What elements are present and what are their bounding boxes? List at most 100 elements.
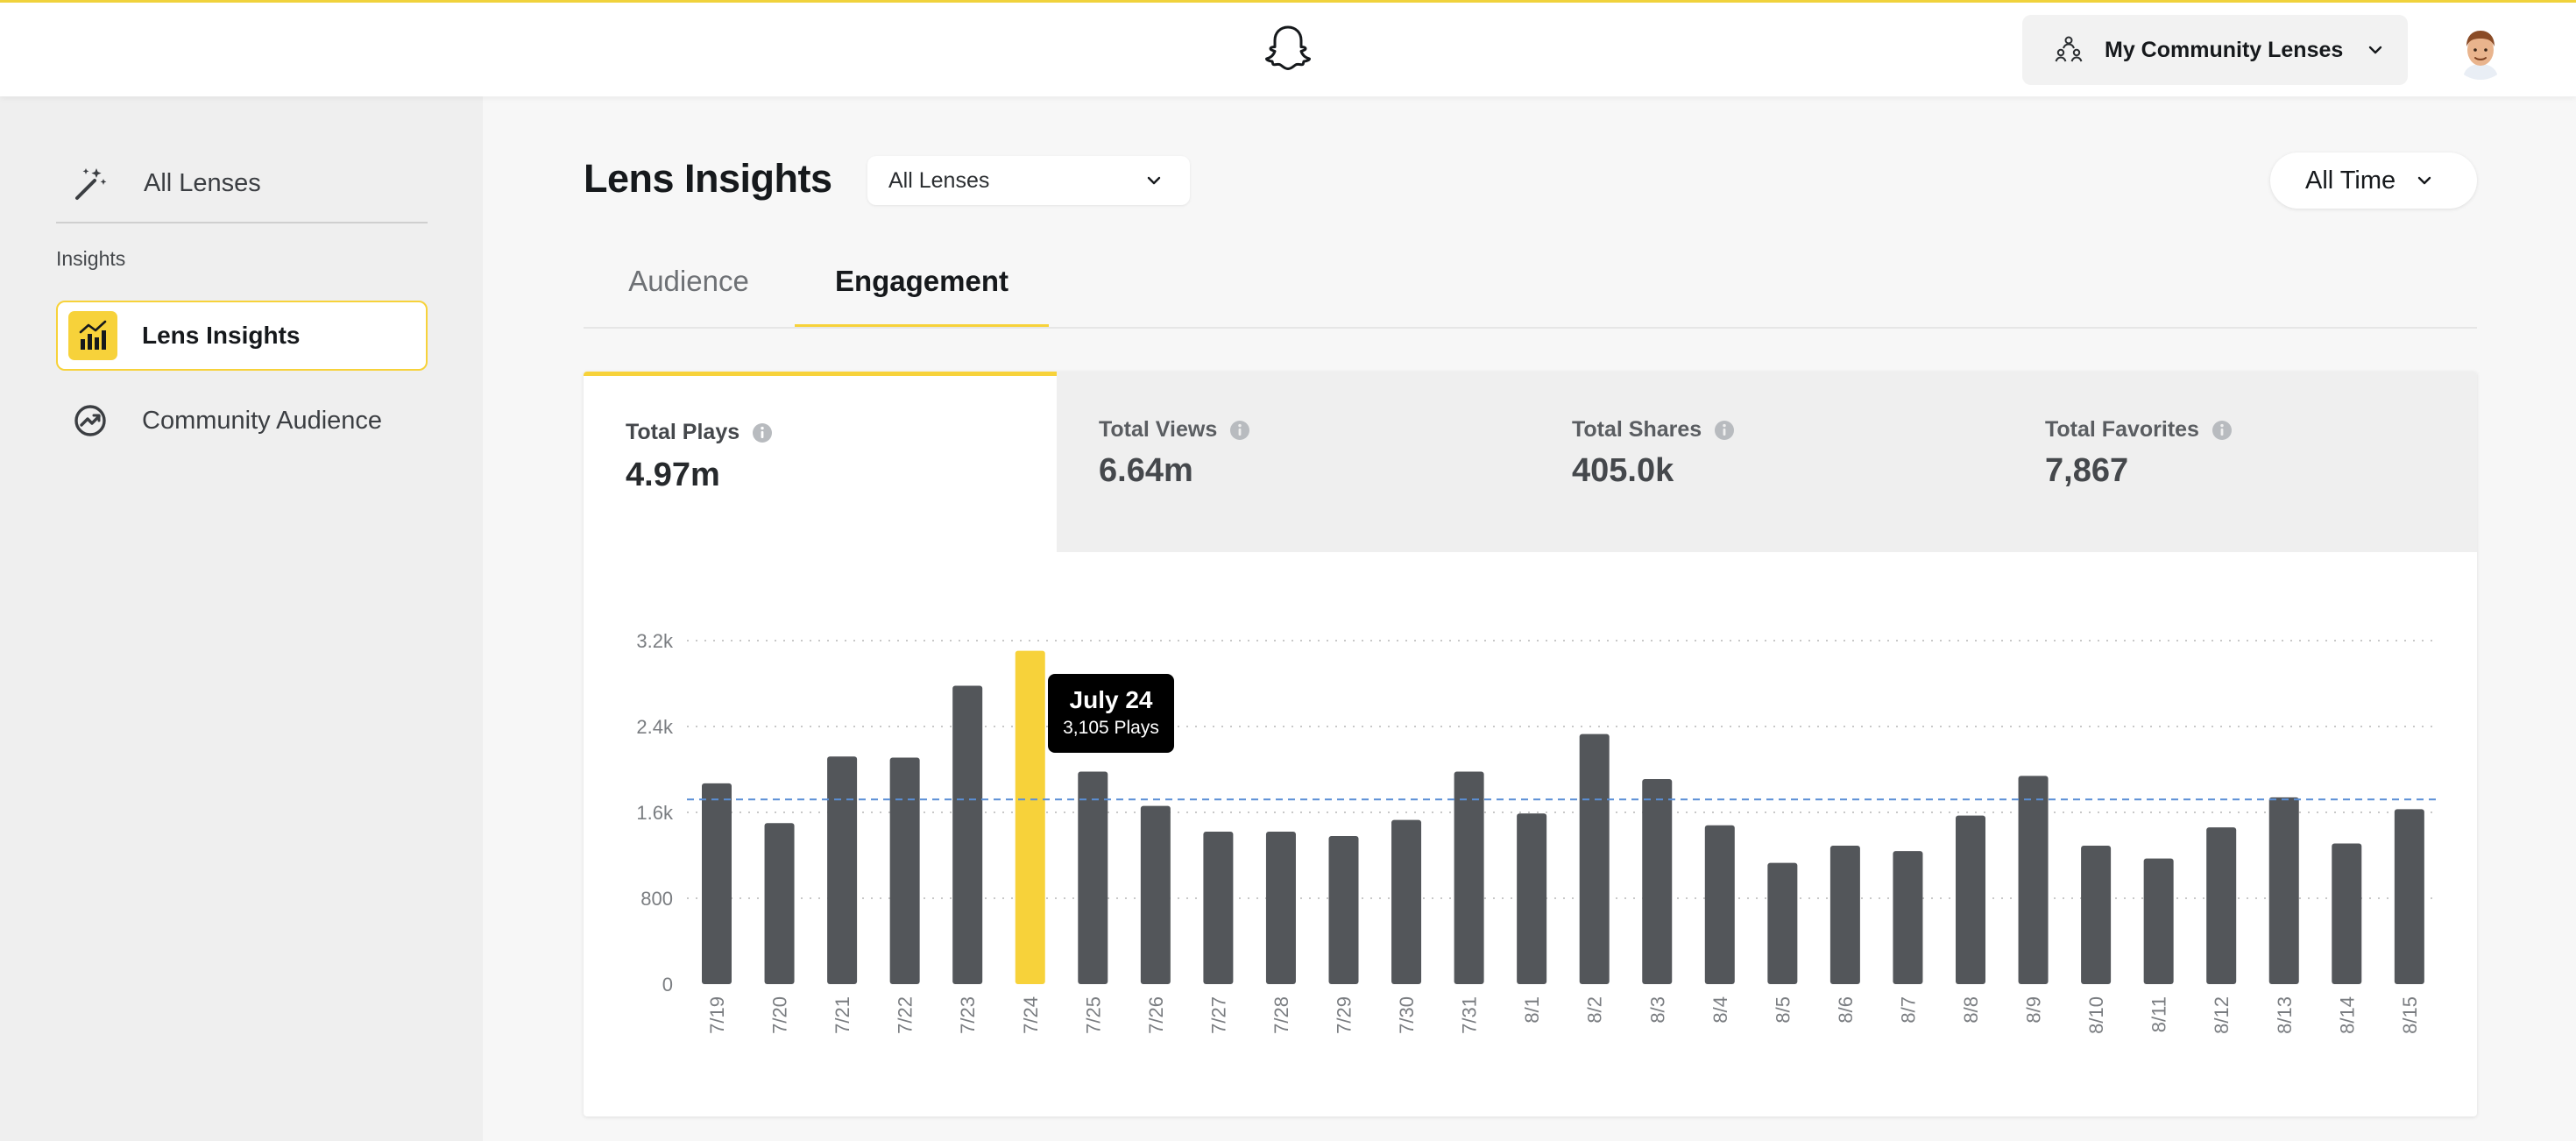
x-tick-label: 8/6: [1835, 996, 1857, 1024]
bar: [889, 757, 920, 984]
metric-value: 7,867: [2045, 452, 2129, 489]
x-tick-label: 7/28: [1270, 996, 1292, 1034]
x-tick-label: 8/3: [1646, 996, 1668, 1024]
lens-menu-label: My Community Lenses: [2105, 37, 2344, 62]
x-tick-label: 7/27: [1207, 996, 1229, 1034]
tab-audience[interactable]: Audience: [584, 259, 794, 328]
bar: [702, 783, 732, 984]
chart-tooltip: July 24 3,105 Plays: [1048, 674, 1174, 753]
bar: [2081, 845, 2112, 984]
y-tick-label: 3.2k: [636, 630, 674, 652]
metric-label: Total Views: [1099, 417, 1250, 443]
metric-label: Total Favorites: [2045, 417, 2233, 443]
bar: [2018, 776, 2049, 984]
snapchat-ghost-icon[interactable]: [1263, 24, 1313, 74]
x-tick-label: 8/14: [2336, 996, 2358, 1034]
avatar[interactable]: [2451, 20, 2510, 80]
sidebar: All Lenses Insights Lens Insights Commun…: [0, 96, 483, 1141]
bar: [1893, 851, 1923, 984]
tooltip-value: 3,105 Plays: [1063, 718, 1159, 738]
bar: [1829, 845, 1860, 984]
bar: [1140, 805, 1171, 984]
top-bar: My Community Lenses: [0, 0, 2576, 96]
bar: [952, 685, 983, 984]
y-tick-label: 800: [640, 888, 673, 910]
bar: [1015, 650, 1045, 984]
bar: [1704, 825, 1735, 984]
metric-total-plays[interactable]: Total Plays 4.97m: [584, 372, 1057, 552]
metric-label: Total Shares: [1572, 417, 1735, 443]
x-tick-label: 7/29: [1334, 996, 1355, 1034]
metric-label-text: Total Views: [1099, 417, 1218, 442]
x-tick-label: 8/10: [2085, 996, 2107, 1034]
magic-wand-icon: [75, 168, 107, 200]
x-tick-label: 7/24: [1020, 996, 1042, 1034]
x-tick-label: 8/8: [1960, 996, 1982, 1024]
x-tick-label: 8/15: [2399, 996, 2421, 1034]
bar: [1454, 771, 1484, 984]
audience-trend-icon: [74, 405, 106, 436]
x-tick-label: 7/21: [832, 996, 853, 1034]
x-tick-label: 7/26: [1145, 996, 1167, 1034]
tab-engagement[interactable]: Engagement: [795, 259, 1049, 328]
page-title: Lens Insights: [584, 156, 832, 201]
x-tick-label: 7/19: [706, 996, 728, 1034]
y-tick-label: 1.6k: [636, 802, 674, 824]
engagement-card: Total Plays 4.97m Total Views 6.64m Tota…: [584, 372, 2477, 1116]
info-icon[interactable]: [752, 422, 773, 443]
sidebar-item-lens-insights[interactable]: Lens Insights: [56, 301, 428, 371]
bar: [2268, 797, 2299, 984]
sidebar-section-heading: Insights: [56, 247, 126, 270]
x-tick-label: 8/12: [2211, 996, 2233, 1034]
sidebar-item-label: Lens Insights: [142, 322, 301, 349]
plays-bar-chart: 0 800 1.6k 2.4k 3.2k 7/19 7/20 7/21 7/22 7/23 7/24…: [636, 630, 2438, 1034]
bar: [2143, 858, 2174, 984]
lens-filter-dropdown[interactable]: All Lenses: [867, 156, 1190, 205]
metric-label-text: Total Plays: [626, 420, 740, 444]
time-range-value: All Time: [2305, 166, 2396, 195]
sidebar-item-community-audience[interactable]: Community Audience: [56, 386, 428, 456]
metric-label-text: Total Favorites: [2045, 417, 2199, 442]
x-tick-label: 7/20: [769, 996, 791, 1034]
metric-total-shares[interactable]: Total Shares 405.0k: [1530, 372, 2003, 552]
bar: [2394, 809, 2424, 984]
x-tick-label: 8/1: [1521, 996, 1543, 1024]
sidebar-item-all-lenses[interactable]: All Lenses: [56, 149, 424, 217]
bar: [2206, 827, 2237, 984]
bar: [1265, 832, 1296, 984]
y-tick-label: 2.4k: [636, 716, 674, 738]
info-icon[interactable]: [1714, 420, 1735, 441]
bar: [1767, 862, 1798, 984]
tooltip-date: July 24: [1069, 686, 1153, 713]
x-tick-label: 8/9: [2023, 996, 2045, 1024]
info-icon[interactable]: [2212, 420, 2233, 441]
metric-total-views[interactable]: Total Views 6.64m: [1057, 372, 1530, 552]
sidebar-item-label: All Lenses: [144, 168, 261, 197]
bar: [1391, 819, 1422, 984]
time-range-dropdown[interactable]: All Time: [2270, 152, 2477, 209]
bar-chart-icon: [68, 311, 117, 360]
metric-value: 4.97m: [626, 457, 720, 493]
bar: [764, 823, 795, 984]
sidebar-divider: [56, 222, 428, 223]
sidebar-item-label: Community Audience: [142, 406, 383, 435]
metric-total-favorites[interactable]: Total Favorites 7,867: [2003, 372, 2476, 552]
x-tick-label: 8/4: [1709, 996, 1731, 1024]
y-tick-label: 0: [662, 974, 673, 996]
bar: [827, 756, 858, 984]
chevron-down-icon: [2417, 176, 2431, 185]
metric-value: 6.64m: [1099, 452, 1193, 489]
tabs-divider: [584, 327, 2477, 329]
people-network-icon: [2055, 36, 2083, 62]
bar: [1328, 835, 1359, 984]
x-tick-label: 8/5: [1772, 996, 1794, 1024]
info-icon[interactable]: [1229, 420, 1250, 441]
chevron-down-icon: [1147, 176, 1161, 185]
x-tick-label: 7/30: [1396, 996, 1418, 1034]
my-community-lenses-menu[interactable]: My Community Lenses: [2022, 15, 2408, 85]
x-tick-label: 7/23: [957, 996, 979, 1034]
x-tick-label: 7/22: [895, 996, 916, 1034]
x-tick-label: 7/31: [1459, 996, 1481, 1034]
lens-filter-value: All Lenses: [888, 167, 990, 193]
x-tick-label: 8/13: [2274, 996, 2296, 1034]
